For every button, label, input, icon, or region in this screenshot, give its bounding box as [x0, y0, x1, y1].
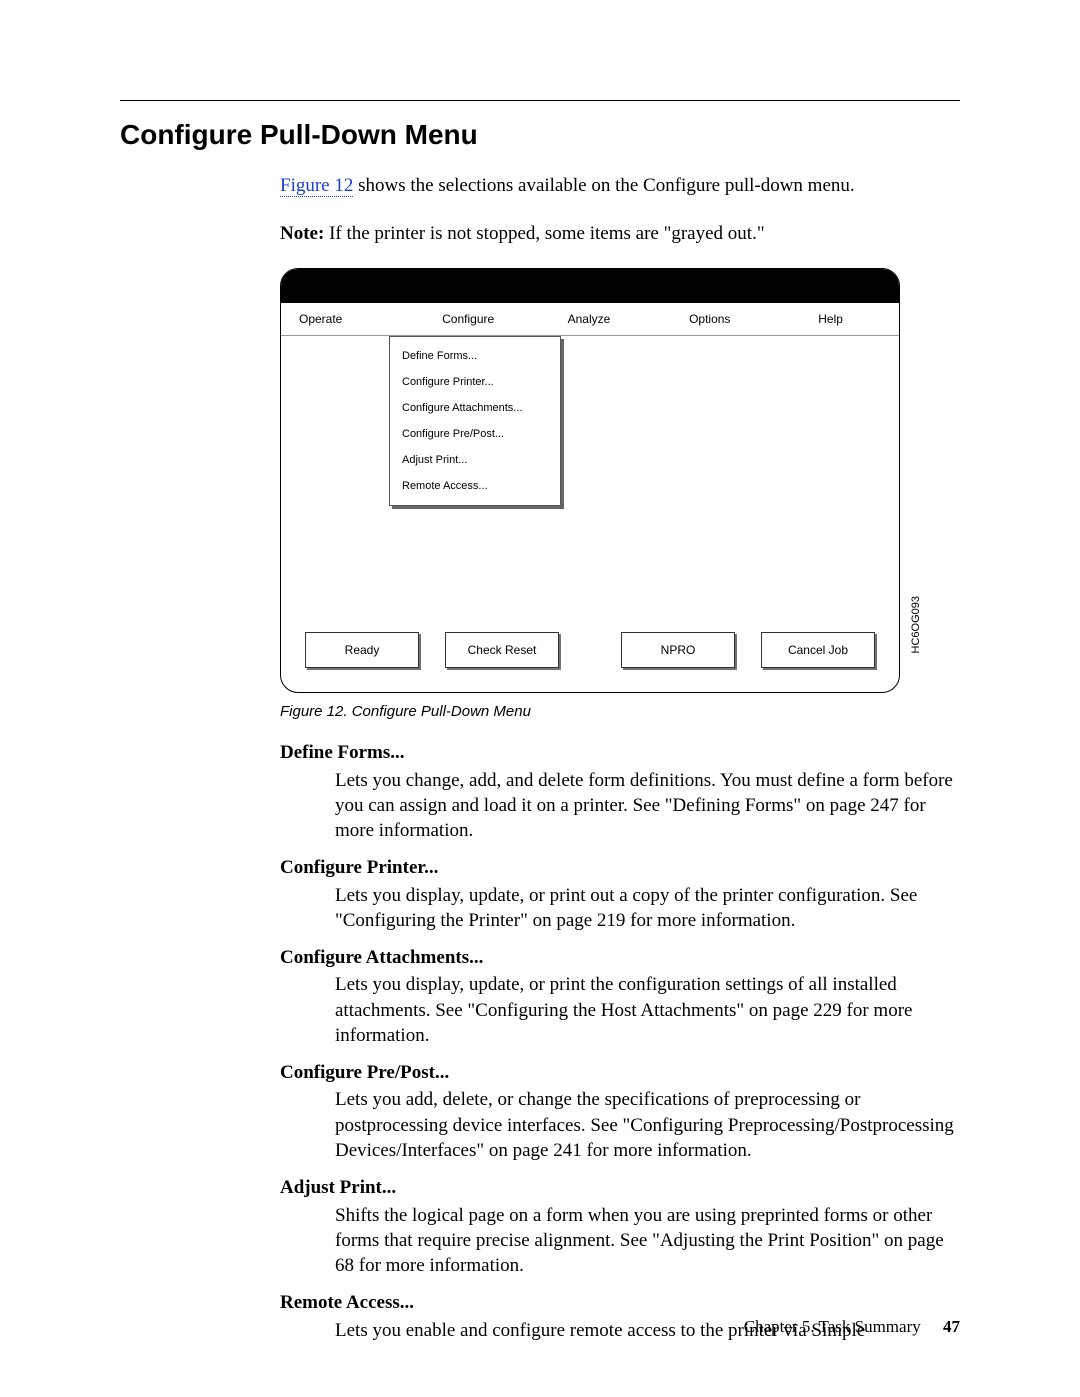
desc-configure-printer: Lets you display, update, or print out a…	[335, 883, 960, 934]
section-title: Configure Pull-Down Menu	[120, 119, 960, 151]
client-area: Define Forms... Configure Printer... Con…	[281, 336, 899, 624]
cancel-job-button[interactable]: Cancel Job	[761, 632, 875, 668]
configure-dropdown: Define Forms... Configure Printer... Con…	[389, 336, 561, 506]
figure-caption: Figure 12. Configure Pull-Down Menu	[280, 703, 960, 720]
footer-chapter: Chapter 5. Task Summary	[744, 1317, 921, 1336]
dropdown-configure-attachments[interactable]: Configure Attachments...	[390, 395, 560, 421]
app-window: Operate Configure Analyze Options Help D…	[280, 268, 900, 693]
figure-link[interactable]: Figure 12	[280, 175, 353, 197]
term-configure-attachments: Configure Attachments...	[280, 945, 960, 970]
titlebar	[281, 269, 899, 303]
menu-options[interactable]: Options	[649, 312, 770, 326]
page-footer: Chapter 5. Task Summary 47	[744, 1317, 960, 1337]
note-paragraph: Note: If the printer is not stopped, som…	[280, 221, 960, 247]
note-label: Note:	[280, 223, 324, 244]
menubar: Operate Configure Analyze Options Help	[281, 303, 899, 336]
dropdown-remote-access[interactable]: Remote Access...	[390, 473, 560, 499]
intro-paragraph: Figure 12 shows the selections available…	[280, 173, 960, 199]
menu-help[interactable]: Help	[770, 312, 891, 326]
desc-adjust-print: Shifts the logical page on a form when y…	[335, 1203, 960, 1279]
dropdown-define-forms[interactable]: Define Forms...	[390, 343, 560, 369]
figure-side-code: HC6OG093	[910, 596, 922, 653]
desc-define-forms: Lets you change, add, and delete form de…	[335, 768, 960, 844]
dropdown-configure-pre-post[interactable]: Configure Pre/Post...	[390, 421, 560, 447]
button-row: Ready Check Reset NPRO Cancel Job	[281, 624, 899, 692]
term-remote-access: Remote Access...	[280, 1290, 960, 1315]
check-reset-button[interactable]: Check Reset	[445, 632, 559, 668]
menu-analyze[interactable]: Analyze	[529, 312, 650, 326]
intro-after-ref: shows the selections available on the Co…	[353, 175, 854, 196]
term-define-forms: Define Forms...	[280, 740, 960, 765]
term-adjust-print: Adjust Print...	[280, 1175, 960, 1200]
npro-button[interactable]: NPRO	[621, 632, 735, 668]
dropdown-configure-printer[interactable]: Configure Printer...	[390, 369, 560, 395]
term-configure-printer: Configure Printer...	[280, 855, 960, 880]
rule-top	[120, 100, 960, 101]
menu-configure[interactable]: Configure	[408, 312, 529, 326]
menu-operate[interactable]: Operate	[289, 312, 408, 326]
desc-configure-pre-post: Lets you add, delete, or change the spec…	[335, 1087, 960, 1163]
desc-configure-attachments: Lets you display, update, or print the c…	[335, 972, 960, 1048]
term-configure-pre-post: Configure Pre/Post...	[280, 1060, 960, 1085]
figure-12: HC6OG093 Operate Configure Analyze Optio…	[280, 268, 900, 693]
note-body: If the printer is not stopped, some item…	[324, 223, 764, 244]
dropdown-adjust-print[interactable]: Adjust Print...	[390, 447, 560, 473]
footer-page-number: 47	[943, 1317, 960, 1336]
ready-button[interactable]: Ready	[305, 632, 419, 668]
definition-list: Define Forms... Lets you change, add, an…	[280, 740, 960, 1343]
